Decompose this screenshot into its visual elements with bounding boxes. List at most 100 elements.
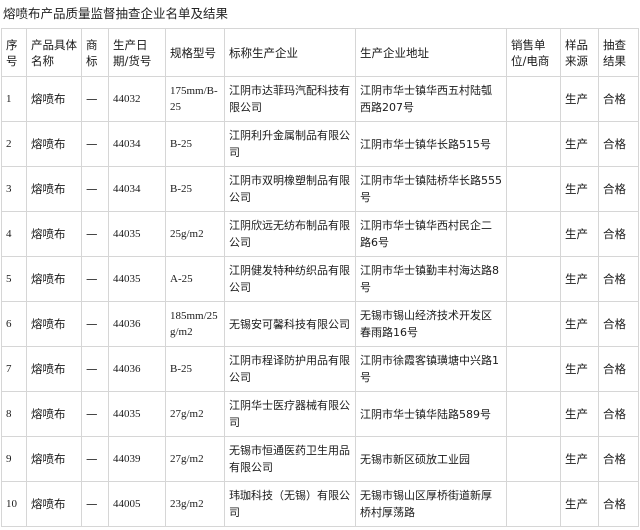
cell-product-name: 熔喷布 [26, 211, 82, 257]
table-row: 1 熔喷布 —44032 175mm/B-25 江阴市达菲玛汽配科技有限公司 江阴市华士镇… [1, 76, 639, 122]
cell-trademark: — [81, 436, 109, 482]
cell-row-index: 7 [1, 346, 27, 392]
cell-sample-source: 生产 [560, 166, 599, 212]
cell-row-index: 2 [1, 121, 27, 167]
header-address: 生产企业地址 [355, 28, 507, 77]
cell-sample-source: 生产 [560, 346, 599, 392]
cell-manufacturer: 江阴健发特种纺织品有限公司 [224, 256, 356, 302]
cell-product-name: 熔喷布 [26, 301, 82, 347]
cell-row-index: 1 [1, 76, 27, 122]
cell-trademark: — [81, 166, 109, 212]
cell-trademark: — [81, 121, 109, 167]
cell-trademark: — [81, 391, 109, 437]
cell-result: 合格 [598, 256, 639, 302]
cell-result: 合格 [598, 346, 639, 392]
cell-seller [506, 346, 561, 392]
cell-result: 合格 [598, 481, 639, 527]
cell-address: 江阴市华士镇陆桥华长路555号 [355, 166, 507, 212]
cell-manufacturer: 江阴欣远无纺布制品有限公司 [224, 211, 356, 257]
inspection-results-table: 序号 产品具体名称 商标 生产日期/货号 规格型号 标称生产企业 生产企业地址 … [1, 28, 639, 527]
header-production-date: 生产日期/货号 [108, 28, 166, 77]
cell-seller [506, 436, 561, 482]
cell-result: 合格 [598, 166, 639, 212]
cell-seller [506, 481, 561, 527]
cell-production-date: 44005 [108, 481, 166, 527]
cell-manufacturer: 江阴市程译防护用品有限公司 [224, 346, 356, 392]
table-row: 6 熔喷布 —44036 185mm/25g/m2 无锡安可馨科技有限公司 无锡市锡山经济… [1, 301, 639, 347]
cell-address: 江阴市华士镇华长路515号 [355, 121, 507, 167]
cell-product-name: 熔喷布 [26, 256, 82, 302]
table-row: 7 熔喷布 —44036 B-25 江阴市程译防护用品有限公司 江阴市徐霞客镇璜塘中兴路1… [1, 346, 639, 392]
cell-specification: 27g/m2 [165, 391, 225, 437]
table-row: 8 熔喷布 —44035 27g/m2 江阴华士医疗器械有限公司 江阴市华士镇华陆路589… [1, 391, 639, 437]
cell-sample-source: 生产 [560, 211, 599, 257]
cell-result: 合格 [598, 76, 639, 122]
cell-address: 江阴市华士镇华西五村陆瓠西路207号 [355, 76, 507, 122]
table-row: 10 熔喷布 —44005 23g/m2 玮珈科技（无锡）有限公司 无锡市锡山区厚桥街道新… [1, 481, 639, 527]
cell-product-name: 熔喷布 [26, 481, 82, 527]
cell-production-date: 44036 [108, 346, 166, 392]
cell-production-date: 44032 [108, 76, 166, 122]
cell-address: 江阴市华士镇华陆路589号 [355, 391, 507, 437]
cell-manufacturer: 江阴华士医疗器械有限公司 [224, 391, 356, 437]
header-specification: 规格型号 [165, 28, 225, 77]
cell-row-index: 10 [1, 481, 27, 527]
cell-manufacturer: 无锡安可馨科技有限公司 [224, 301, 356, 347]
header-manufacturer: 标称生产企业 [224, 28, 356, 77]
cell-address: 江阴市华士镇勤丰村海达路8号 [355, 256, 507, 302]
cell-row-index: 8 [1, 391, 27, 437]
cell-sample-source: 生产 [560, 391, 599, 437]
cell-seller [506, 166, 561, 212]
cell-specification: 23g/m2 [165, 481, 225, 527]
table-header-row: 序号 产品具体名称 商标 生产日期/货号 规格型号 标称生产企业 生产企业地址 … [1, 28, 639, 77]
cell-trademark: — [81, 301, 109, 347]
cell-seller [506, 256, 561, 302]
cell-production-date: 44035 [108, 391, 166, 437]
cell-seller [506, 211, 561, 257]
cell-specification: B-25 [165, 346, 225, 392]
cell-row-index: 6 [1, 301, 27, 347]
cell-sample-source: 生产 [560, 256, 599, 302]
header-seller: 销售单位/电商 [506, 28, 561, 77]
cell-production-date: 44036 [108, 301, 166, 347]
header-result: 抽查结果 [598, 28, 639, 77]
cell-production-date: 44034 [108, 121, 166, 167]
cell-product-name: 熔喷布 [26, 166, 82, 212]
cell-specification: 185mm/25g/m2 [165, 301, 225, 347]
cell-sample-source: 生产 [560, 121, 599, 167]
cell-result: 合格 [598, 121, 639, 167]
cell-production-date: 44039 [108, 436, 166, 482]
cell-specification: 25g/m2 [165, 211, 225, 257]
cell-product-name: 熔喷布 [26, 76, 82, 122]
table-row: 2 熔喷布 —44034 B-25 江阴利升金属制品有限公司 江阴市华士镇华长路515号 生… [1, 121, 639, 167]
cell-result: 合格 [598, 211, 639, 257]
cell-production-date: 44035 [108, 256, 166, 302]
cell-trademark: — [81, 346, 109, 392]
header-product-name: 产品具体名称 [26, 28, 82, 77]
cell-address: 江阴市徐霞客镇璜塘中兴路1号 [355, 346, 507, 392]
cell-row-index: 3 [1, 166, 27, 212]
cell-sample-source: 生产 [560, 301, 599, 347]
cell-manufacturer: 玮珈科技（无锡）有限公司 [224, 481, 356, 527]
cell-address: 无锡市锡山区厚桥街道新厚桥村厚荡路 [355, 481, 507, 527]
table-row: 4 熔喷布 —44035 25g/m2 江阴欣远无纺布制品有限公司 江阴市华士镇华西村民企… [1, 211, 639, 257]
cell-seller [506, 391, 561, 437]
cell-specification: 175mm/B-25 [165, 76, 225, 122]
cell-seller [506, 121, 561, 167]
header-index: 序号 [1, 28, 27, 77]
cell-product-name: 熔喷布 [26, 346, 82, 392]
cell-product-name: 熔喷布 [26, 121, 82, 167]
cell-result: 合格 [598, 436, 639, 482]
table-row: 5 熔喷布 —44035 A-25 江阴健发特种纺织品有限公司 江阴市华士镇勤丰村海达路8… [1, 256, 639, 302]
cell-product-name: 熔喷布 [26, 436, 82, 482]
table-row: 3 熔喷布 —44034 B-25 江阴市双明橡塑制品有限公司 江阴市华士镇陆桥华长路55… [1, 166, 639, 212]
cell-manufacturer: 江阴市达菲玛汽配科技有限公司 [224, 76, 356, 122]
cell-specification: B-25 [165, 166, 225, 212]
cell-seller [506, 76, 561, 122]
cell-manufacturer: 江阴市双明橡塑制品有限公司 [224, 166, 356, 212]
cell-row-index: 9 [1, 436, 27, 482]
cell-address: 江阴市华士镇华西村民企二路6号 [355, 211, 507, 257]
table-title: 熔喷布产品质量监督抽查企业名单及结果 [0, 0, 640, 28]
cell-seller [506, 301, 561, 347]
cell-row-index: 5 [1, 256, 27, 302]
